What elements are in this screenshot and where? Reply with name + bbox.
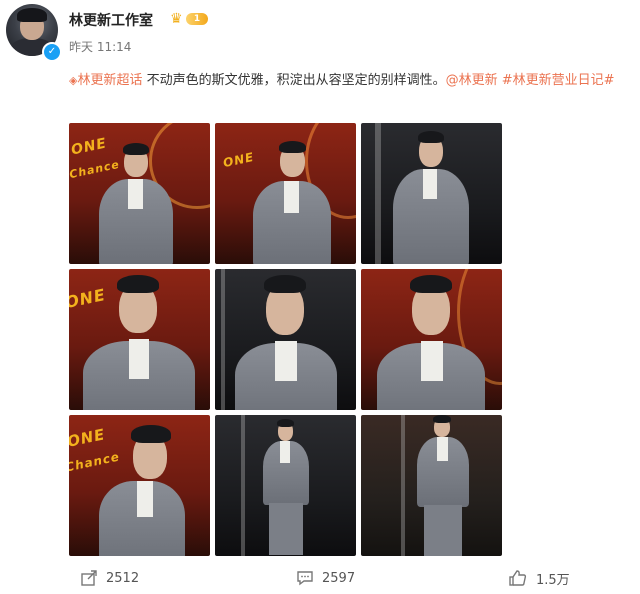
photo-5[interactable]	[215, 269, 356, 410]
repost-count: 2512	[106, 570, 140, 586]
photo-grid: ONE Chance ONE ONE ONE Chance	[69, 123, 502, 557]
photo-3[interactable]	[361, 123, 502, 264]
vip-level: 1	[186, 13, 208, 25]
photo-2[interactable]: ONE	[215, 123, 356, 264]
like-button[interactable]: 1.5万	[508, 567, 570, 589]
photo-4[interactable]: ONE	[69, 269, 210, 410]
account-name[interactable]: 林更新工作室	[69, 10, 153, 30]
weibo-post: ✓ 林更新工作室 ♛ 1 昨天 11:14 ◈林更新超话 不动声色的斯文优雅，积…	[0, 0, 640, 594]
repost-button[interactable]: 2512	[80, 567, 139, 589]
hashtag-link[interactable]: #林更新营业日记#	[502, 73, 615, 88]
super-topic-link[interactable]: ◈林更新超话	[69, 73, 142, 88]
crown-icon: ♛	[170, 11, 183, 27]
post-text: ◈林更新超话 不动声色的斯文优雅，积淀出从容坚定的别样调性。@林更新 #林更新营…	[69, 68, 629, 94]
photo-8[interactable]	[215, 415, 356, 556]
post-body: 不动声色的斯文优雅，积淀出从容坚定的别样调性。	[142, 73, 446, 88]
mention-link[interactable]: @林更新	[446, 73, 498, 88]
repost-icon	[81, 570, 97, 586]
avatar-hair	[17, 8, 47, 22]
like-icon	[509, 570, 527, 586]
comment-icon	[297, 571, 313, 586]
photo-7[interactable]: ONE Chance	[69, 415, 210, 556]
super-topic-label: 林更新超话	[77, 73, 143, 88]
vip-badge[interactable]: ♛ 1	[170, 11, 210, 27]
photo-9[interactable]	[361, 415, 502, 556]
like-count: 1.5万	[536, 572, 570, 588]
comment-button[interactable]: 2597	[296, 567, 355, 589]
post-time[interactable]: 昨天 11:14	[69, 38, 131, 55]
comment-count: 2597	[322, 570, 356, 586]
verified-icon: ✓	[42, 42, 62, 62]
photo-6[interactable]	[361, 269, 502, 410]
photo-1[interactable]: ONE Chance	[69, 123, 210, 264]
